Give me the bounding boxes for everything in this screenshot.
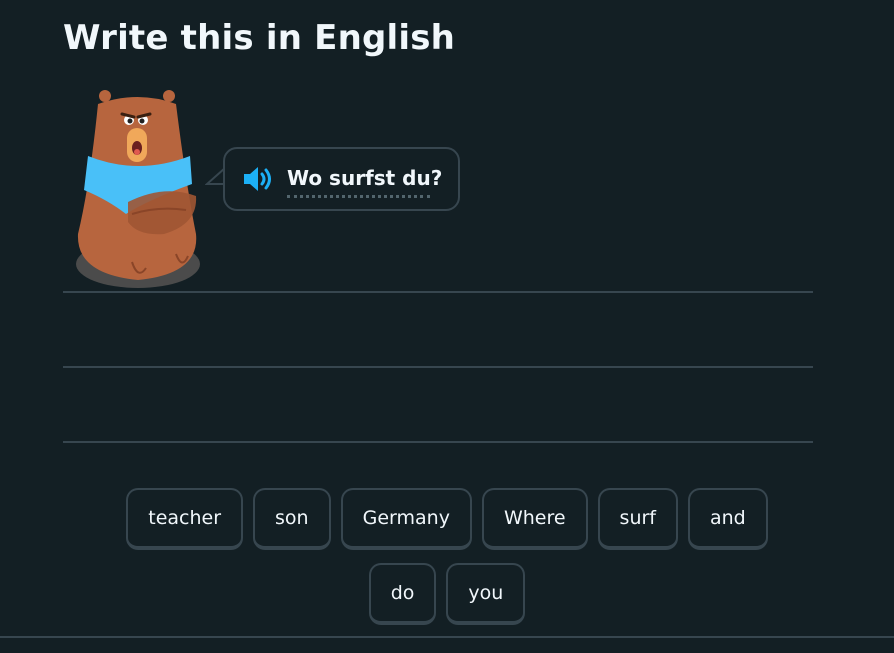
footer-divider xyxy=(0,636,894,638)
word-chip-where[interactable]: Where xyxy=(481,488,588,550)
speech-bubble-tail xyxy=(205,167,225,185)
speaker-icon[interactable] xyxy=(241,164,277,194)
word-chip-surf[interactable]: surf xyxy=(597,488,678,550)
answer-line xyxy=(63,291,813,293)
prompt-sentence[interactable]: Wo surfst du? xyxy=(287,166,442,198)
word-chip-germany[interactable]: Germany xyxy=(340,488,472,550)
answer-line xyxy=(63,441,813,443)
word-chip-son[interactable]: son xyxy=(253,488,331,550)
word-chip-and[interactable]: and xyxy=(688,488,768,550)
word-bank-row: teacher son Germany Where surf and xyxy=(0,488,894,550)
bear-character xyxy=(68,84,208,294)
word-bank-row: do you xyxy=(0,563,894,625)
page-title: Write this in English xyxy=(63,18,456,58)
answer-line xyxy=(63,366,813,368)
exercise-page: Write this in English Wo surfst du? teac… xyxy=(0,0,894,653)
word-chip-do[interactable]: do xyxy=(368,563,437,625)
word-chip-teacher[interactable]: teacher xyxy=(126,488,244,550)
speech-bubble: Wo surfst du? xyxy=(223,147,461,211)
word-chip-you[interactable]: you xyxy=(446,563,526,625)
